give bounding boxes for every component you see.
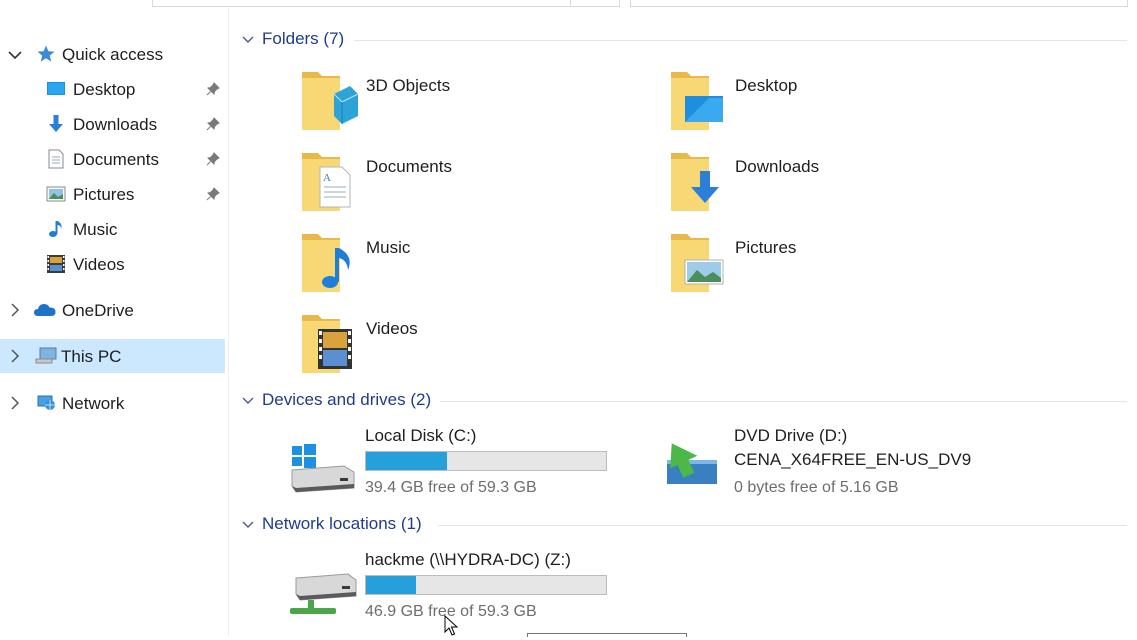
chevron-down-icon[interactable] [241, 33, 255, 47]
group-title: Devices and drives (2) [262, 390, 432, 409]
chevron-down-icon[interactable] [241, 394, 255, 408]
sidebar-item-desktop[interactable]: Desktop [0, 72, 225, 106]
sidebar-item-label: Videos [73, 255, 125, 274]
folder-name: Documents [366, 157, 452, 176]
group-header-network[interactable]: Network locations (1) [229, 512, 1129, 538]
desktop-icon [47, 82, 65, 95]
folder-name: Desktop [735, 76, 798, 95]
drive-volume-label: CENA_X64FREE_EN-US_DV9 [734, 450, 972, 469]
pin-icon[interactable] [206, 152, 220, 166]
chevron-down-icon[interactable] [7, 47, 23, 63]
drive-free-space: 39.4 GB free of 59.3 GB [365, 479, 537, 496]
sidebar-item-music[interactable]: Music [0, 212, 225, 246]
sidebar-item-videos[interactable]: Videos [0, 247, 225, 281]
drive-dvd-d[interactable]: DVD Drive (D:) CENA_X64FREE_EN-US_DV9 0 … [657, 426, 1017, 516]
navigation-pane: Quick access Desktop Downloads Documents [0, 8, 228, 636]
nav-quick-access[interactable]: Quick access [0, 37, 225, 71]
folder-music[interactable]: Music [300, 230, 660, 310]
folder-name: Videos [366, 319, 418, 338]
computer-icon [35, 347, 57, 364]
nav-network[interactable]: Network [0, 386, 225, 420]
svg-text:A: A [323, 172, 331, 184]
group-header-folders[interactable]: Folders (7) [229, 27, 1129, 53]
drive-usage-bar [365, 451, 607, 471]
group-divider [438, 525, 1127, 526]
address-bar[interactable] [152, 0, 620, 7]
drive-name: DVD Drive (D:) [734, 426, 848, 445]
download-arrow-icon [49, 115, 63, 132]
folder-videos[interactable]: Videos [300, 311, 660, 391]
nav-this-pc[interactable]: This PC [0, 339, 225, 373]
folder-name: Downloads [735, 157, 820, 176]
drive-free-space: 0 bytes free of 5.16 GB [734, 479, 899, 496]
chevron-right-icon[interactable] [6, 395, 22, 411]
windows-drive-icon [291, 444, 355, 493]
folder-name: Music [366, 238, 411, 257]
chevron-down-icon[interactable] [241, 518, 255, 532]
downloads-folder-icon [671, 153, 719, 211]
drive-usage-bar [365, 575, 607, 595]
folder-downloads[interactable]: Downloads [669, 149, 1029, 229]
folder-pictures[interactable]: Pictures [669, 230, 1029, 310]
documents-folder-icon: A [302, 153, 351, 211]
group-divider [440, 401, 1127, 402]
drive-local-disk-c[interactable]: Local Disk (C:) 39.4 GB free of 59.3 GB [288, 426, 648, 516]
nav-onedrive[interactable]: OneDrive [0, 293, 225, 327]
drive-name: hackme (\\HYDRA-DC) (Z:) [365, 550, 571, 569]
folder-name: 3D Objects [366, 76, 451, 95]
dvd-drive-icon [667, 443, 717, 484]
drive-name: Local Disk (C:) [365, 426, 477, 445]
nav-label-this-pc: This PC [61, 347, 122, 366]
pin-icon[interactable] [206, 187, 220, 201]
pin-icon[interactable] [206, 117, 220, 131]
nav-label-quick-access: Quick access [62, 45, 164, 64]
cloud-icon [34, 304, 56, 316]
sidebar-item-label: Desktop [73, 80, 136, 99]
drive-usage-fill [366, 452, 447, 470]
nav-label-network: Network [62, 394, 125, 413]
group-title: Network locations (1) [262, 514, 422, 533]
group-divider [354, 40, 1127, 41]
chevron-right-icon[interactable] [6, 302, 22, 318]
address-bar-separator [570, 0, 571, 7]
sidebar-item-label: Pictures [73, 185, 135, 204]
group-title: Folders (7) [262, 29, 345, 48]
sidebar-item-pictures[interactable]: Pictures [0, 177, 225, 211]
sidebar-item-label: Documents [73, 150, 159, 169]
group-header-devices[interactable]: Devices and drives (2) [229, 388, 1129, 414]
tooltip [527, 633, 687, 637]
sidebar-item-label: Music [73, 220, 118, 239]
3d-objects-folder-icon [302, 72, 359, 130]
music-note-icon [49, 221, 62, 237]
top-bar [0, 0, 1137, 8]
pictures-icon [46, 186, 66, 202]
desktop-folder-icon [671, 72, 723, 130]
folder-desktop[interactable]: Desktop [669, 68, 1029, 148]
network-drive-icon [290, 573, 357, 614]
network-drive-z[interactable]: hackme (\\HYDRA-DC) (Z:) 46.9 GB free of… [288, 550, 648, 640]
folder-name: Pictures [735, 238, 797, 257]
music-folder-icon [302, 234, 350, 292]
network-icon [37, 395, 55, 410]
folder-documents[interactable]: A Documents [300, 149, 660, 229]
pin-icon[interactable] [206, 82, 220, 96]
film-icon [47, 255, 65, 273]
sidebar-item-label: Downloads [73, 115, 158, 134]
sidebar-item-documents[interactable]: Documents [0, 142, 225, 176]
folder-3d-objects[interactable]: 3D Objects [300, 68, 660, 148]
mouse-cursor-icon [444, 615, 459, 636]
videos-folder-icon [302, 315, 352, 373]
document-icon [48, 149, 64, 169]
search-box[interactable] [630, 0, 1128, 7]
pictures-folder-icon [671, 234, 724, 292]
nav-label-onedrive: OneDrive [62, 301, 134, 320]
chevron-right-icon[interactable] [6, 348, 22, 364]
content-pane: Folders (7) 3D Objects Desktop A Documen… [229, 8, 1137, 636]
sidebar-item-downloads[interactable]: Downloads [0, 107, 225, 141]
drive-usage-fill [366, 576, 417, 594]
star-icon [37, 45, 55, 62]
